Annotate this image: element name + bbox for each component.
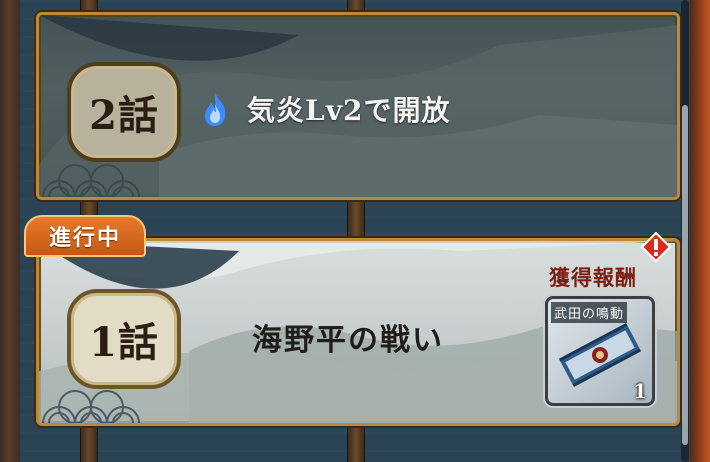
episode-number: 2話	[89, 92, 159, 139]
reward-label: 獲得報酬	[549, 265, 637, 290]
status-badge: 進行中	[24, 215, 146, 257]
left-wood-border	[0, 0, 22, 462]
episode-title: 海野平の戦い	[252, 323, 444, 358]
episode-card-locked[interactable]: 2話 気炎Lv2で開放	[36, 12, 680, 200]
status-label: 進行中	[48, 225, 121, 251]
unlock-condition: 気炎Lv2で開放	[199, 87, 450, 131]
reward-item-name: 武田の鳴動	[551, 302, 628, 323]
episode-number-badge: 2話	[67, 62, 181, 162]
right-wood-border	[688, 0, 710, 462]
unlock-text: 気炎Lv2で開放	[247, 94, 451, 127]
exclamation-diamond-icon	[641, 232, 671, 262]
episode-number: 1話	[89, 319, 159, 366]
scrollbar-thumb[interactable]	[682, 105, 688, 445]
reward-item-count: 1	[633, 379, 647, 403]
blue-flame-icon	[204, 92, 226, 126]
reward-item[interactable]: 武田の鳴動 1	[545, 296, 655, 406]
scrollbar[interactable]	[681, 0, 689, 462]
episode-number-badge: 1話	[67, 289, 181, 389]
